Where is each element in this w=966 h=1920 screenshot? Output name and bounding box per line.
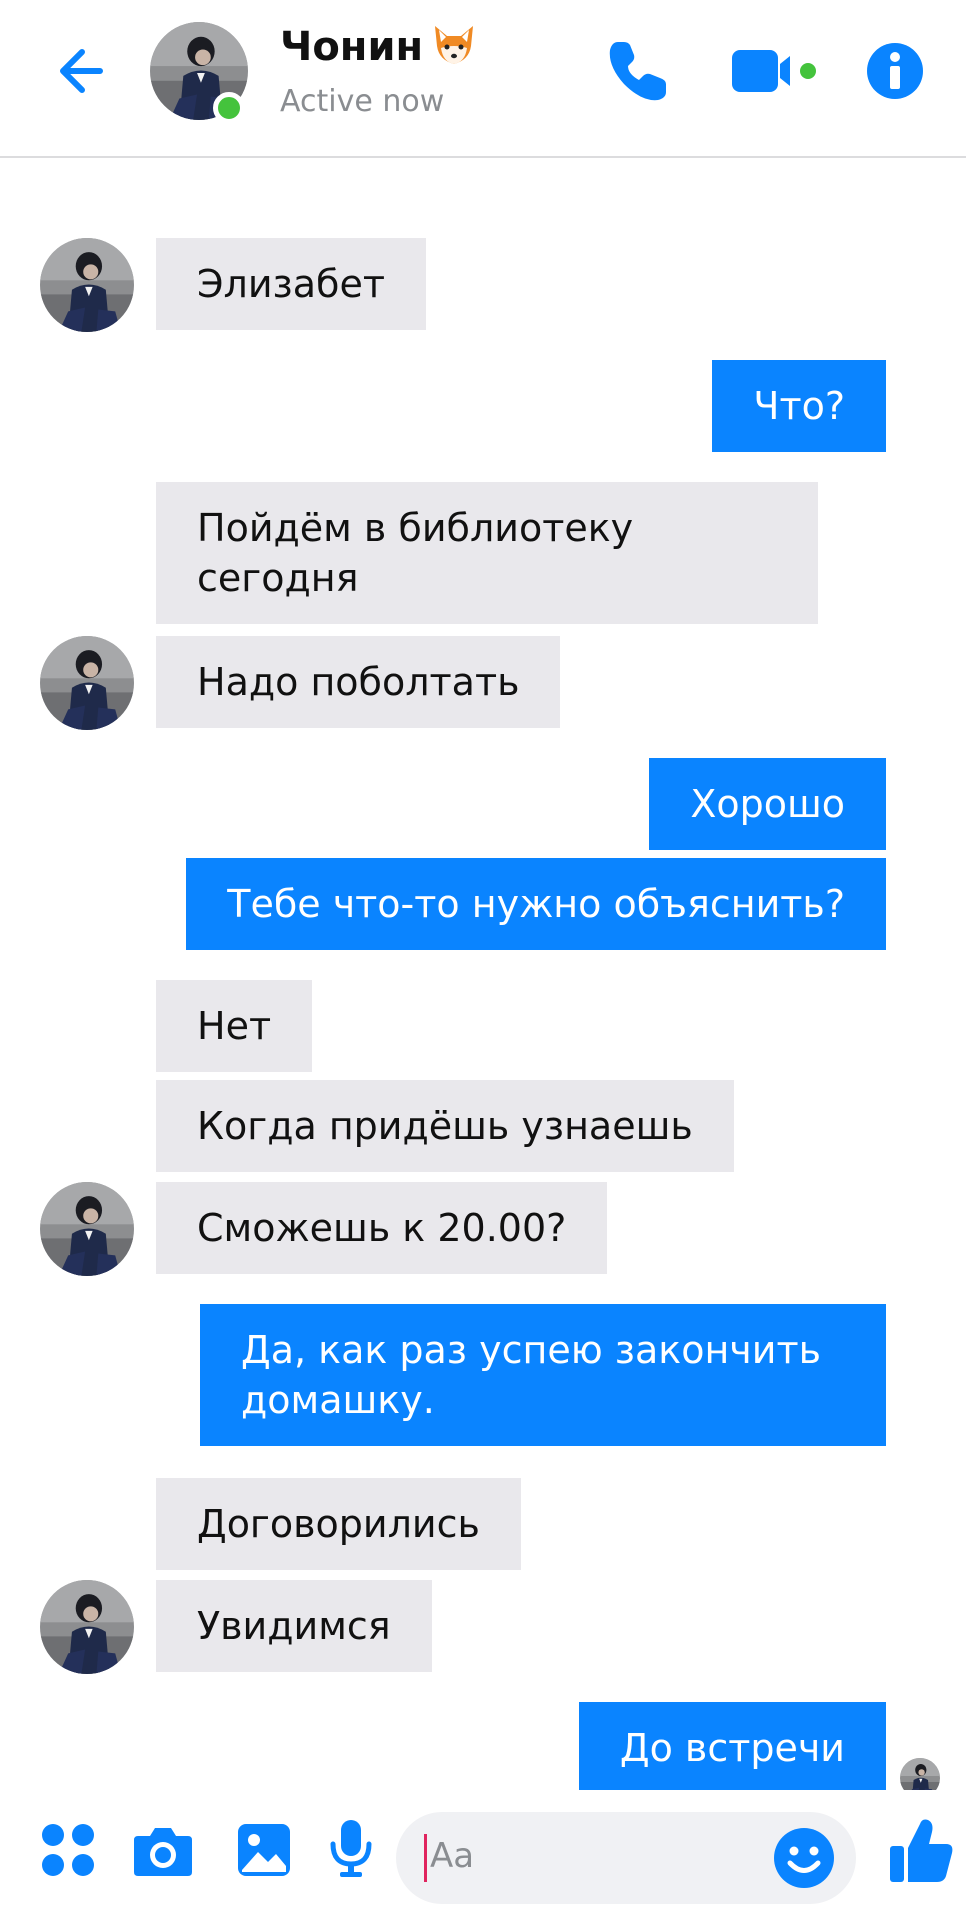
camera-icon[interactable] [132, 1822, 194, 1878]
image-icon[interactable] [236, 1822, 292, 1878]
outgoing-message[interactable]: До встречи [578, 1702, 886, 1794]
text-caret [424, 1834, 427, 1882]
outgoing-message[interactable]: Тебе что-то нужно объяснить? [186, 858, 886, 950]
incoming-message[interactable]: Нет [156, 980, 313, 1072]
incoming-message[interactable]: Пойдём в библиотеку сегодня [156, 482, 818, 624]
sender-avatar[interactable] [40, 1182, 134, 1276]
sender-avatar[interactable] [40, 238, 134, 332]
message-composer: Aa [0, 1790, 966, 1920]
input-placeholder: Aa [430, 1836, 475, 1876]
apps-icon[interactable] [40, 1822, 96, 1878]
incoming-message[interactable]: Надо поболтать [156, 636, 561, 728]
smile-icon[interactable] [772, 1826, 836, 1890]
incoming-message[interactable]: Сможешь к 20.00? [156, 1182, 608, 1274]
message-input[interactable]: Aa [396, 1812, 856, 1904]
microphone-icon[interactable] [328, 1818, 374, 1878]
sender-avatar[interactable] [40, 1580, 134, 1674]
chat-header: Чонин Active now [0, 0, 966, 158]
contact-status: Active now [280, 84, 445, 119]
outgoing-message[interactable]: Да, как раз успею закончить домашку. [200, 1304, 886, 1446]
message-thread[interactable]: Элизабет Что? Пойдём в библиотеку сегодн… [0, 160, 966, 1780]
fox-emoji [435, 26, 474, 64]
phone-icon[interactable] [604, 36, 672, 106]
contact-name[interactable]: Чонин [280, 24, 479, 74]
incoming-message[interactable]: Увидимся [156, 1580, 432, 1672]
incoming-message[interactable]: Договорились [156, 1478, 521, 1570]
sender-avatar[interactable] [40, 636, 134, 730]
outgoing-message[interactable]: Хорошо [649, 758, 886, 850]
thumbs-up-icon[interactable] [888, 1816, 954, 1886]
info-icon[interactable] [866, 42, 924, 100]
outgoing-message[interactable]: Что? [712, 360, 886, 452]
online-indicator [213, 92, 245, 124]
back-arrow-icon[interactable] [50, 38, 116, 104]
video-camera-icon[interactable] [730, 46, 820, 96]
incoming-message[interactable]: Элизабет [156, 238, 426, 330]
incoming-message[interactable]: Когда придёшь узнаешь [156, 1080, 734, 1172]
